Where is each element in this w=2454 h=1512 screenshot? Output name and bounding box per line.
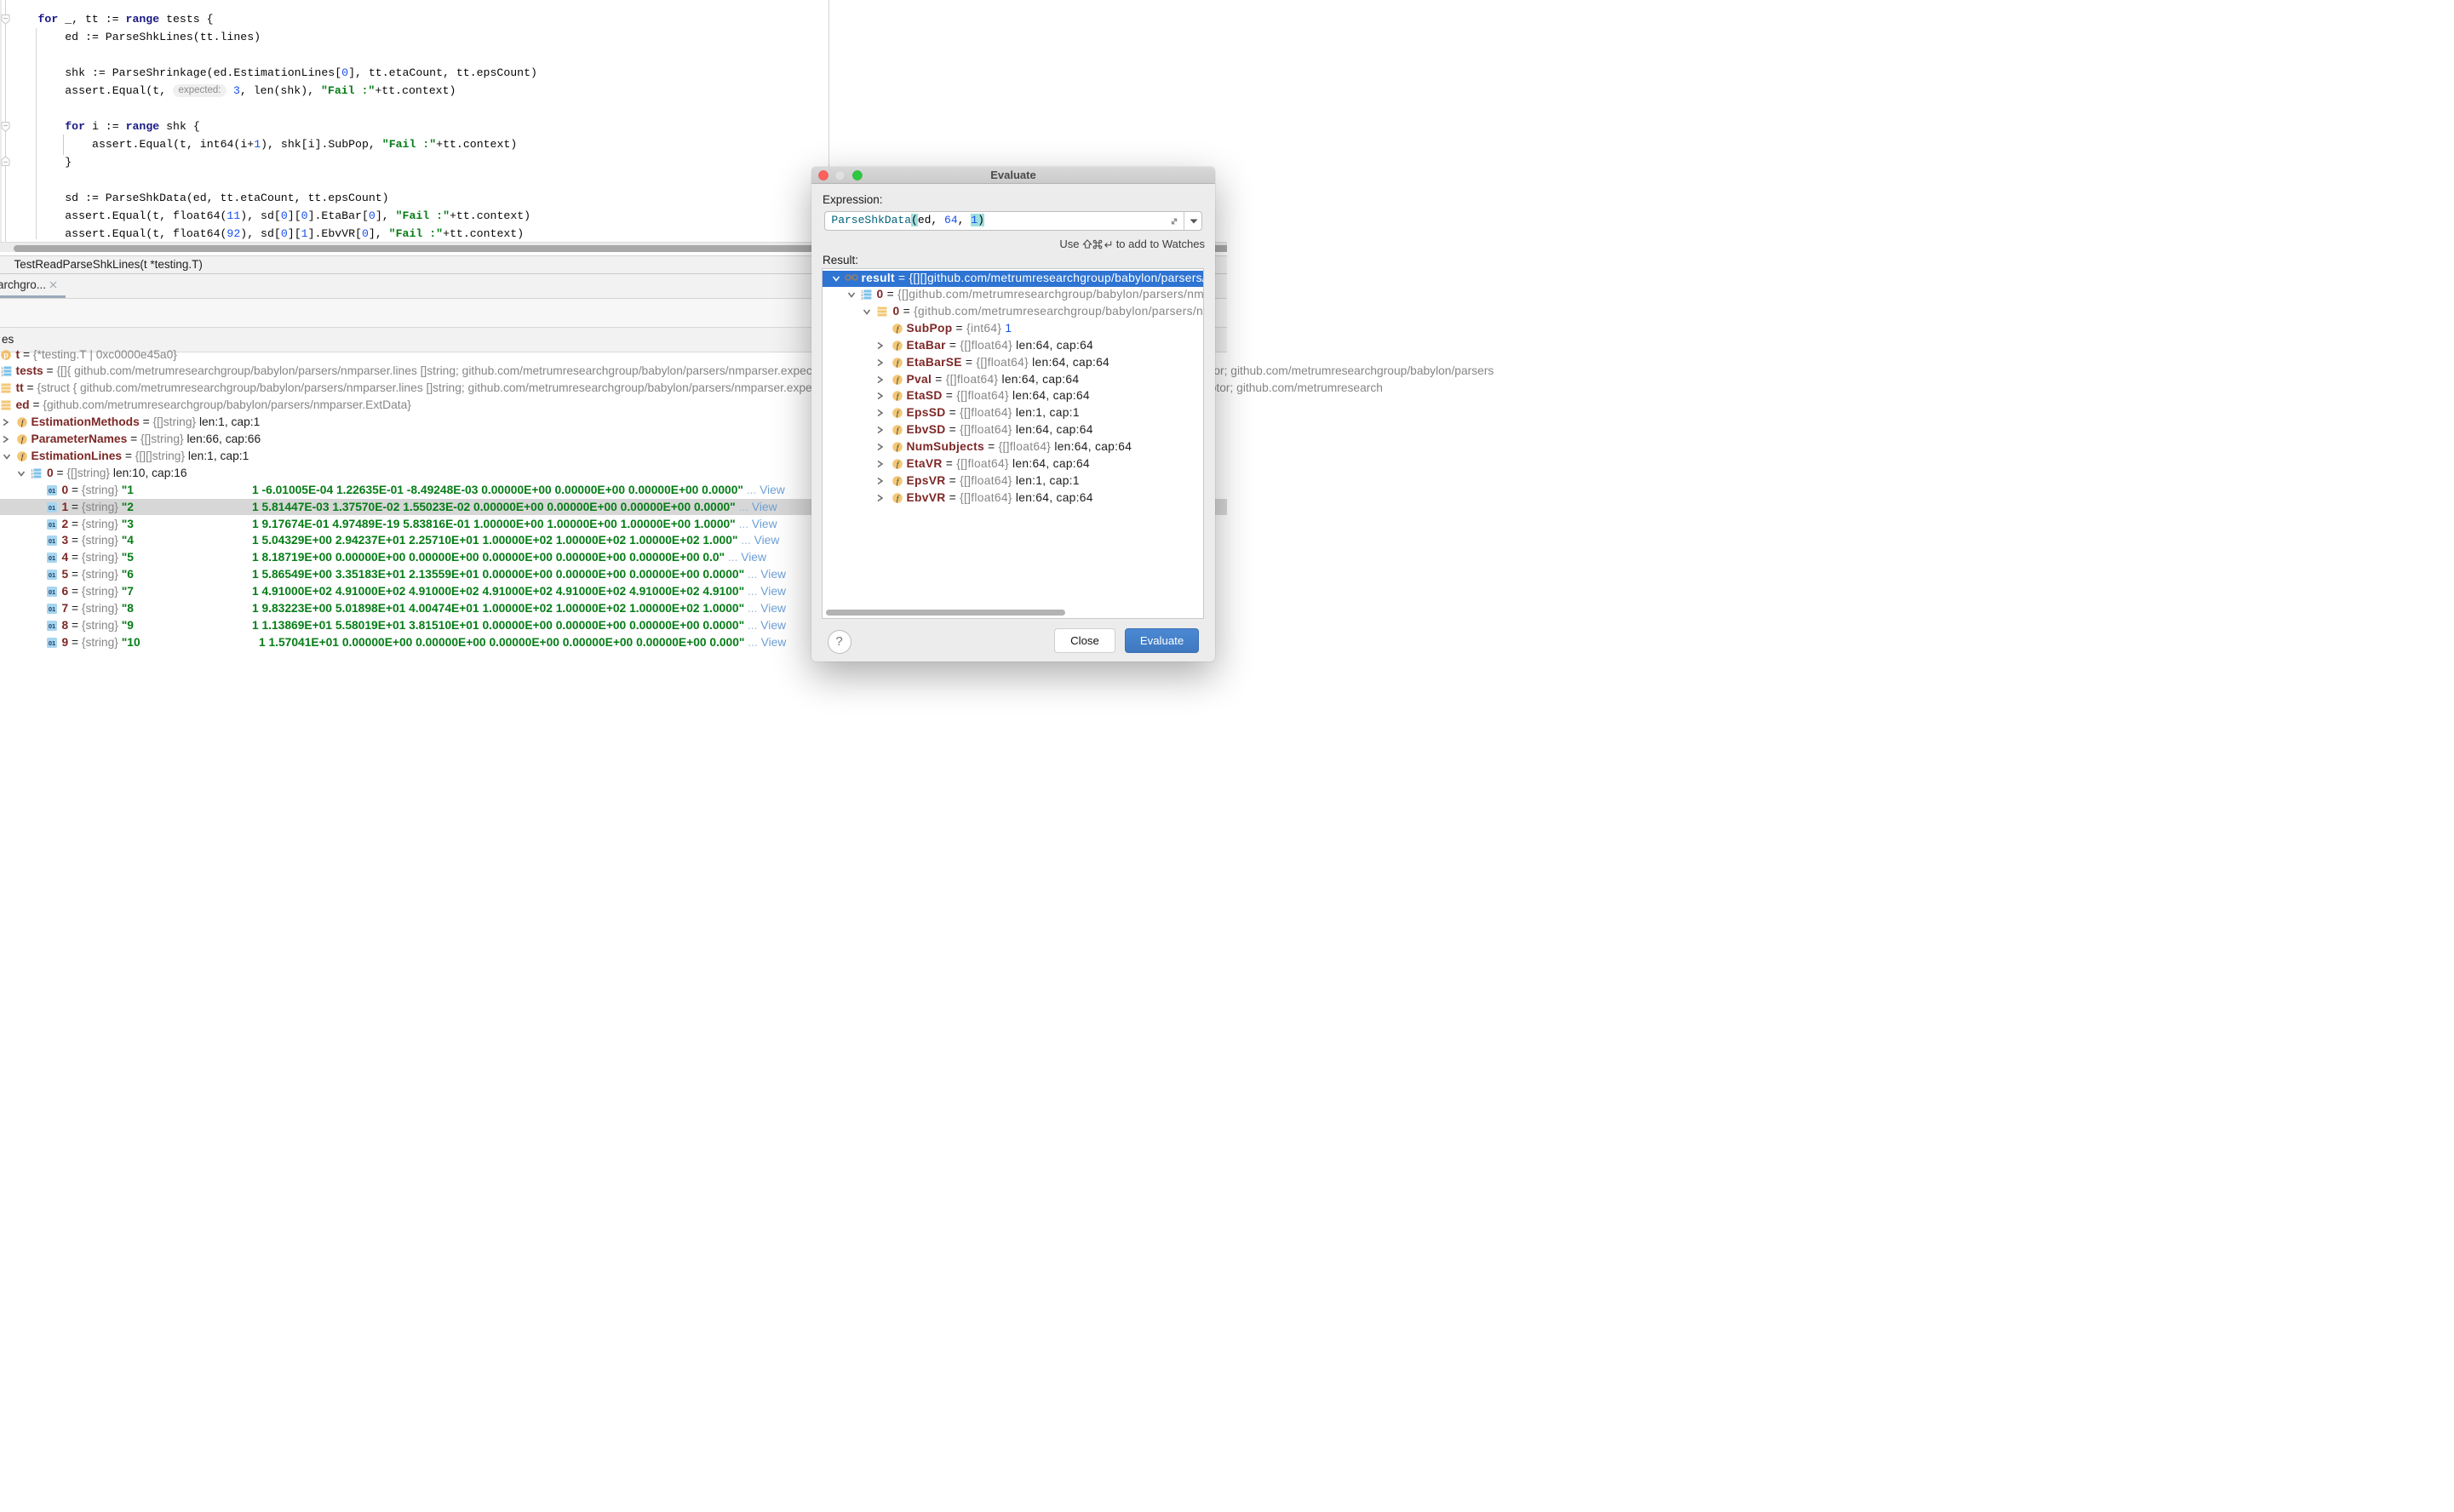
svg-text:01: 01	[49, 537, 55, 545]
svg-text:3: 3	[861, 296, 863, 300]
svg-text:01: 01	[49, 588, 55, 596]
svg-text:01: 01	[49, 520, 55, 528]
svg-text:p: p	[3, 351, 9, 359]
svg-text:01: 01	[49, 503, 55, 511]
svg-text:3: 3	[1, 373, 3, 376]
svg-text:01: 01	[49, 605, 55, 613]
svg-text:01: 01	[49, 639, 55, 647]
svg-text:01: 01	[49, 554, 55, 562]
svg-text:01: 01	[49, 622, 55, 630]
svg-text:3: 3	[31, 475, 33, 478]
svg-text:01: 01	[49, 486, 55, 494]
svg-text:01: 01	[49, 571, 55, 579]
